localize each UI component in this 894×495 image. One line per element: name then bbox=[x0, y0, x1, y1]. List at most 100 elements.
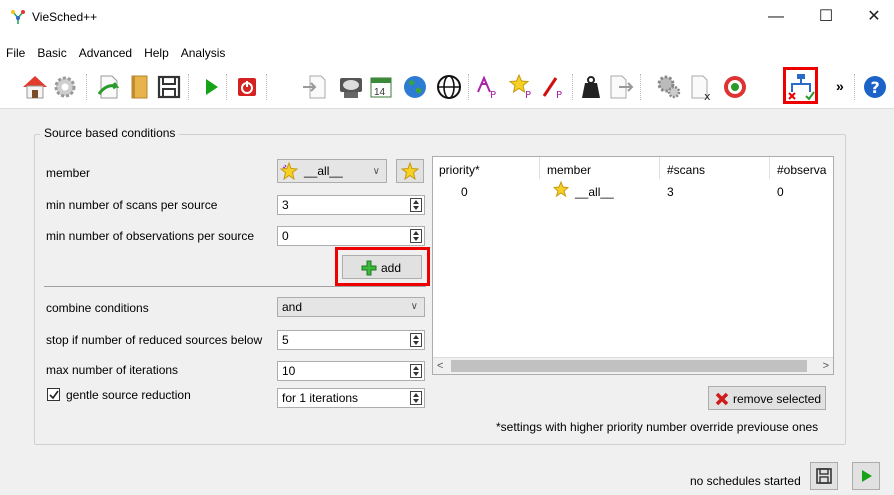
toolbar-separator bbox=[572, 74, 573, 100]
spin-arrows-icon[interactable] bbox=[410, 333, 422, 347]
gentle-label: gentle source reduction bbox=[66, 388, 191, 402]
max-iterations-value: 10 bbox=[282, 364, 296, 378]
priority-note: *settings with higher priority number ov… bbox=[496, 420, 819, 434]
header-observations[interactable]: #observa bbox=[777, 163, 826, 177]
run-icon bbox=[862, 470, 872, 482]
toolbar-separator bbox=[188, 74, 189, 100]
spin-arrows-icon[interactable] bbox=[410, 391, 422, 405]
run-icon[interactable] bbox=[196, 72, 226, 102]
network-icon[interactable] bbox=[434, 72, 464, 102]
gentle-iterations-value: for 1 iterations bbox=[282, 391, 359, 405]
gentle-checkbox[interactable] bbox=[47, 388, 60, 401]
member-select[interactable]: __all__ ∨ bbox=[277, 159, 387, 183]
title-bar: VieSched++ — ☐ ✕ bbox=[0, 0, 894, 34]
book-icon[interactable] bbox=[124, 72, 154, 102]
scroll-left-icon[interactable]: < bbox=[437, 358, 443, 374]
header-scans[interactable]: #scans bbox=[667, 163, 705, 177]
satellite-dish-icon[interactable] bbox=[336, 72, 366, 102]
row-priority: 0 bbox=[461, 185, 468, 199]
menu-file[interactable]: File bbox=[0, 45, 31, 65]
svg-text:P: P bbox=[490, 90, 496, 101]
toolbar-separator bbox=[854, 74, 855, 100]
min-observations-spinbox[interactable]: 0 bbox=[277, 226, 425, 246]
toolbar-more-button[interactable]: » bbox=[836, 78, 844, 94]
scroll-right-icon[interactable]: > bbox=[823, 358, 829, 374]
combine-select-value: and bbox=[282, 300, 303, 314]
menu-basic[interactable]: Basic bbox=[31, 45, 72, 65]
settings-icon[interactable] bbox=[50, 72, 80, 102]
member-group-button[interactable] bbox=[396, 159, 424, 183]
menu-analysis[interactable]: Analysis bbox=[175, 45, 232, 65]
remove-selected-label: remove selected bbox=[733, 392, 822, 406]
svg-text:x: x bbox=[704, 90, 711, 102]
divider bbox=[44, 286, 426, 287]
column-divider bbox=[769, 157, 770, 179]
combine-select[interactable]: and ∨ bbox=[277, 297, 425, 317]
toolbar-separator bbox=[86, 74, 87, 100]
main-panel: Source based conditions member __all__ ∨… bbox=[0, 108, 894, 495]
maximize-button[interactable]: ☐ bbox=[806, 6, 846, 28]
spin-arrows-icon[interactable] bbox=[410, 229, 422, 243]
row-scans: 3 bbox=[667, 185, 674, 199]
header-priority[interactable]: priority* bbox=[439, 163, 480, 177]
svg-text:P: P bbox=[556, 90, 562, 101]
chevron-down-icon: ∨ bbox=[410, 301, 418, 312]
min-scans-label: min number of scans per source bbox=[46, 198, 218, 212]
horizontal-scrollbar[interactable]: < > bbox=[433, 357, 833, 374]
help-icon[interactable]: ? bbox=[860, 72, 890, 102]
open-file-icon[interactable] bbox=[94, 72, 124, 102]
gentle-iterations-spinbox[interactable]: for 1 iterations bbox=[277, 388, 425, 408]
power-icon[interactable] bbox=[232, 72, 262, 102]
min-scans-value: 3 bbox=[282, 198, 289, 212]
status-save-button[interactable] bbox=[810, 462, 838, 490]
row-member: __all__ bbox=[575, 185, 614, 199]
status-text: no schedules started bbox=[690, 474, 801, 488]
menu-help[interactable]: Help bbox=[138, 45, 175, 65]
advanced-settings-icon[interactable] bbox=[654, 72, 684, 102]
minimize-button[interactable]: — bbox=[756, 6, 796, 28]
conditions-table[interactable]: priority* member #scans #observa 0 __all… bbox=[432, 156, 834, 375]
stop-spinbox[interactable]: 5 bbox=[277, 330, 425, 350]
home-icon[interactable] bbox=[20, 72, 50, 102]
remove-icon bbox=[715, 392, 729, 406]
save-icon[interactable] bbox=[154, 72, 184, 102]
weight-icon[interactable] bbox=[576, 72, 606, 102]
member-select-value: __all__ bbox=[304, 164, 343, 178]
member-label: member bbox=[46, 166, 91, 180]
chevron-down-icon: ∨ bbox=[372, 166, 380, 177]
checkmark-icon bbox=[49, 390, 59, 400]
stations-icon[interactable]: P bbox=[474, 72, 504, 102]
column-divider bbox=[539, 157, 540, 179]
group-star-icon bbox=[280, 162, 298, 180]
star-icon bbox=[553, 181, 569, 197]
spin-arrows-icon[interactable] bbox=[410, 364, 422, 378]
output-icon[interactable] bbox=[606, 72, 636, 102]
stop-value: 5 bbox=[282, 333, 289, 347]
globe-icon[interactable] bbox=[400, 72, 430, 102]
spin-arrows-icon[interactable] bbox=[410, 198, 422, 212]
header-member[interactable]: member bbox=[547, 163, 591, 177]
input-icon[interactable] bbox=[300, 72, 330, 102]
baseline-icon[interactable]: P bbox=[540, 72, 570, 102]
status-run-button[interactable] bbox=[852, 462, 880, 490]
column-divider bbox=[659, 157, 660, 179]
scrollbar-thumb[interactable] bbox=[451, 360, 807, 372]
conditions-highlight bbox=[783, 67, 818, 104]
sources-icon[interactable]: P bbox=[508, 72, 538, 102]
min-scans-spinbox[interactable]: 3 bbox=[277, 195, 425, 215]
group-title: Source based conditions bbox=[40, 126, 180, 140]
toolbar: 14 P P P x » ? bbox=[0, 66, 894, 108]
stop-label: stop if number of reduced sources below bbox=[46, 333, 263, 347]
simulation-icon[interactable]: x bbox=[686, 72, 716, 102]
max-iterations-spinbox[interactable]: 10 bbox=[277, 361, 425, 381]
svg-text:?: ? bbox=[871, 78, 880, 97]
calendar-day-label: 14 bbox=[374, 87, 386, 98]
add-button-highlight bbox=[335, 247, 430, 286]
close-button[interactable]: ✕ bbox=[854, 6, 894, 28]
remove-selected-button[interactable]: remove selected bbox=[708, 386, 826, 410]
toolbar-separator bbox=[226, 74, 227, 100]
menu-advanced[interactable]: Advanced bbox=[73, 45, 138, 65]
app-logo-icon bbox=[11, 10, 25, 24]
target-icon[interactable] bbox=[720, 72, 750, 102]
save-icon bbox=[816, 468, 832, 484]
